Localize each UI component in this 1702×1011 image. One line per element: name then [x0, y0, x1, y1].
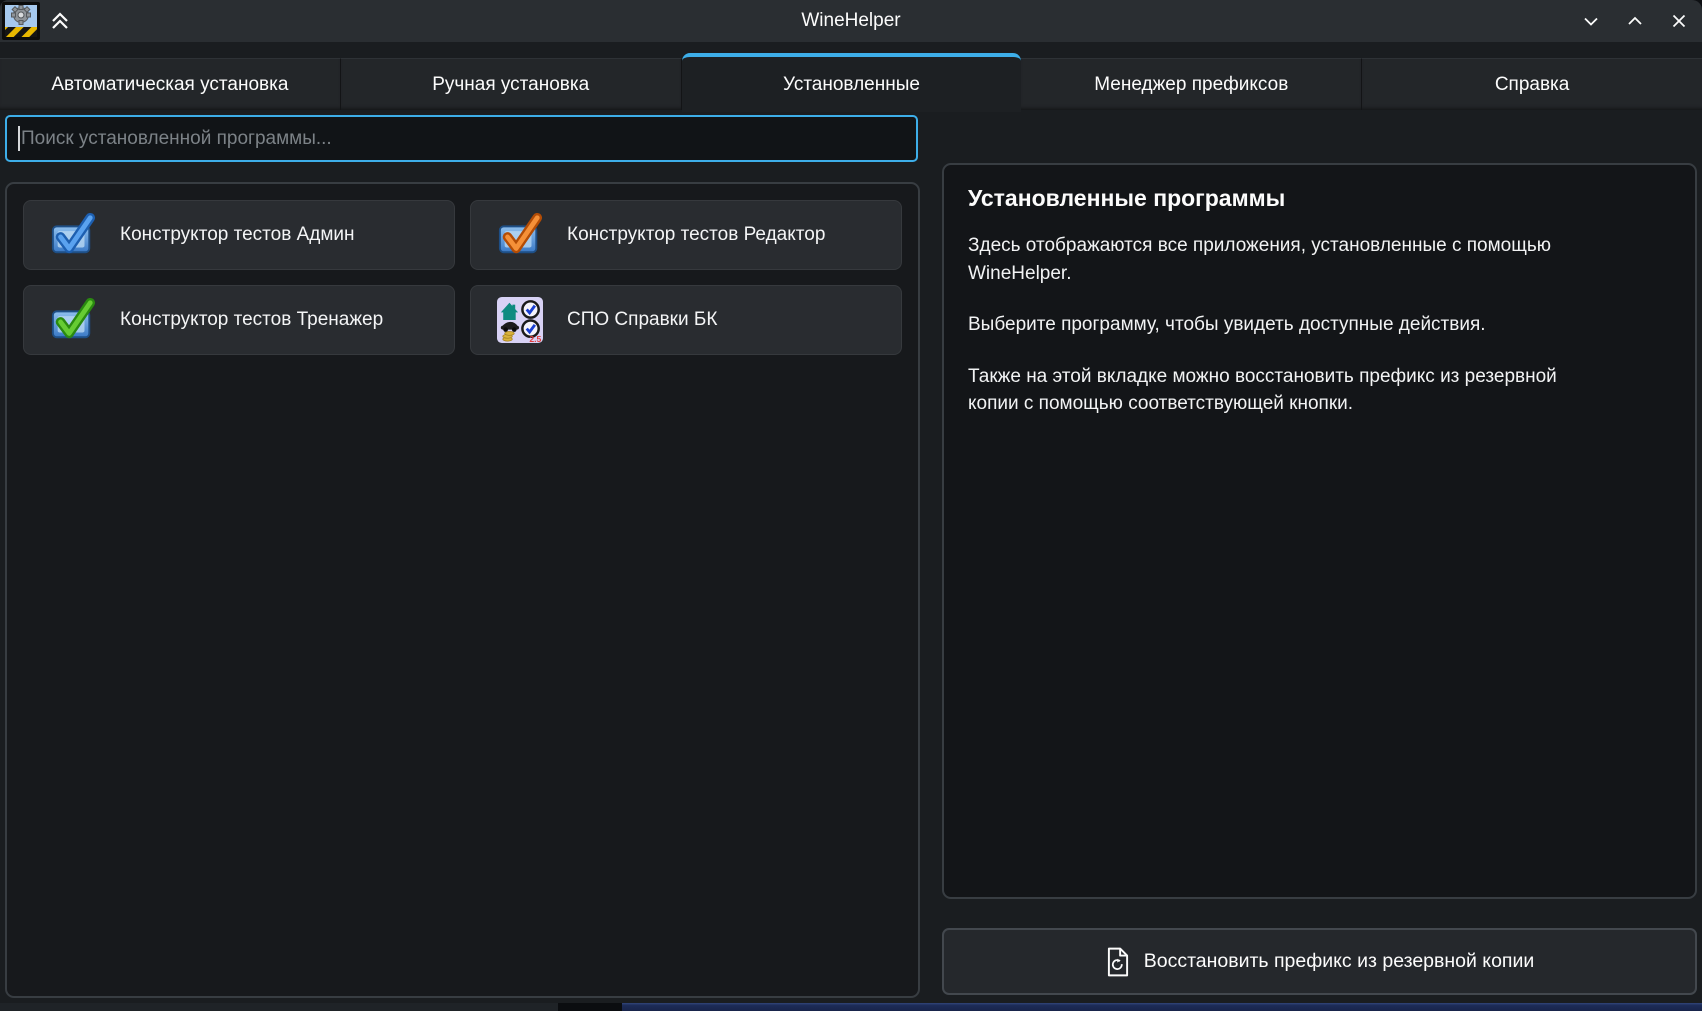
- window-title: WineHelper: [0, 10, 1702, 32]
- program-label: Конструктор тестов Редактор: [567, 224, 825, 246]
- tab-help[interactable]: Справка: [1362, 58, 1702, 110]
- tab-installed[interactable]: Установленные: [682, 53, 1022, 112]
- spravki-bk-icon: 2.5: [497, 297, 543, 343]
- close-icon[interactable]: [1666, 8, 1692, 34]
- tab-prefix-manager[interactable]: Менеджер префиксов: [1021, 58, 1362, 110]
- program-button-spravki-bk[interactable]: 2.5 СПО Справки БК: [470, 285, 902, 355]
- desktop-strip-dark-segment: [558, 1003, 622, 1011]
- program-button-admin[interactable]: Конструктор тестов Админ: [23, 200, 455, 270]
- info-panel-heading: Установленные программы: [968, 185, 1671, 212]
- green-check-board-icon: [50, 297, 96, 343]
- window-controls: [1578, 0, 1692, 42]
- installed-programs-panel: Конструктор тестов Админ Конструктор тес…: [5, 182, 920, 998]
- minimize-icon[interactable]: [1578, 8, 1604, 34]
- info-panel: Установленные программы Здесь отображают…: [942, 163, 1697, 899]
- maximize-icon[interactable]: [1622, 8, 1648, 34]
- info-paragraph: Также на этой вкладке можно восстановить…: [968, 363, 1574, 418]
- program-label: Конструктор тестов Тренажер: [120, 309, 383, 331]
- search-input[interactable]: [5, 115, 918, 162]
- info-paragraph: Здесь отображаются все приложения, устан…: [968, 232, 1574, 287]
- desktop-strip-blue-segment: [622, 1003, 1702, 1011]
- restore-document-icon: [1105, 947, 1131, 977]
- info-paragraph: Выберите программу, чтобы увидеть доступ…: [968, 311, 1574, 339]
- blue-check-board-icon: [50, 212, 96, 258]
- program-label: СПО Справки БК: [567, 309, 717, 331]
- tab-manual-install[interactable]: Ручная установка: [341, 58, 682, 110]
- program-button-trainer[interactable]: Конструктор тестов Тренажер: [23, 285, 455, 355]
- tab-bar: Автоматическая установка Ручная установк…: [0, 42, 1702, 110]
- restore-prefix-button[interactable]: Восстановить префикс из резервной копии: [942, 928, 1697, 995]
- text-caret: [18, 126, 20, 151]
- orange-check-board-icon: [497, 212, 543, 258]
- winehelper-window: WineHelper Автоматическая установка: [0, 0, 1702, 1003]
- desktop-strip: [0, 1003, 1702, 1011]
- search-container: [5, 115, 918, 162]
- program-label: Конструктор тестов Админ: [120, 224, 355, 246]
- program-button-editor[interactable]: Конструктор тестов Редактор: [470, 200, 902, 270]
- restore-prefix-label: Восстановить префикс из резервной копии: [1144, 950, 1535, 973]
- tab-auto-install[interactable]: Автоматическая установка: [0, 58, 341, 110]
- svg-text:2.5: 2.5: [529, 334, 541, 343]
- titlebar: WineHelper: [0, 0, 1702, 42]
